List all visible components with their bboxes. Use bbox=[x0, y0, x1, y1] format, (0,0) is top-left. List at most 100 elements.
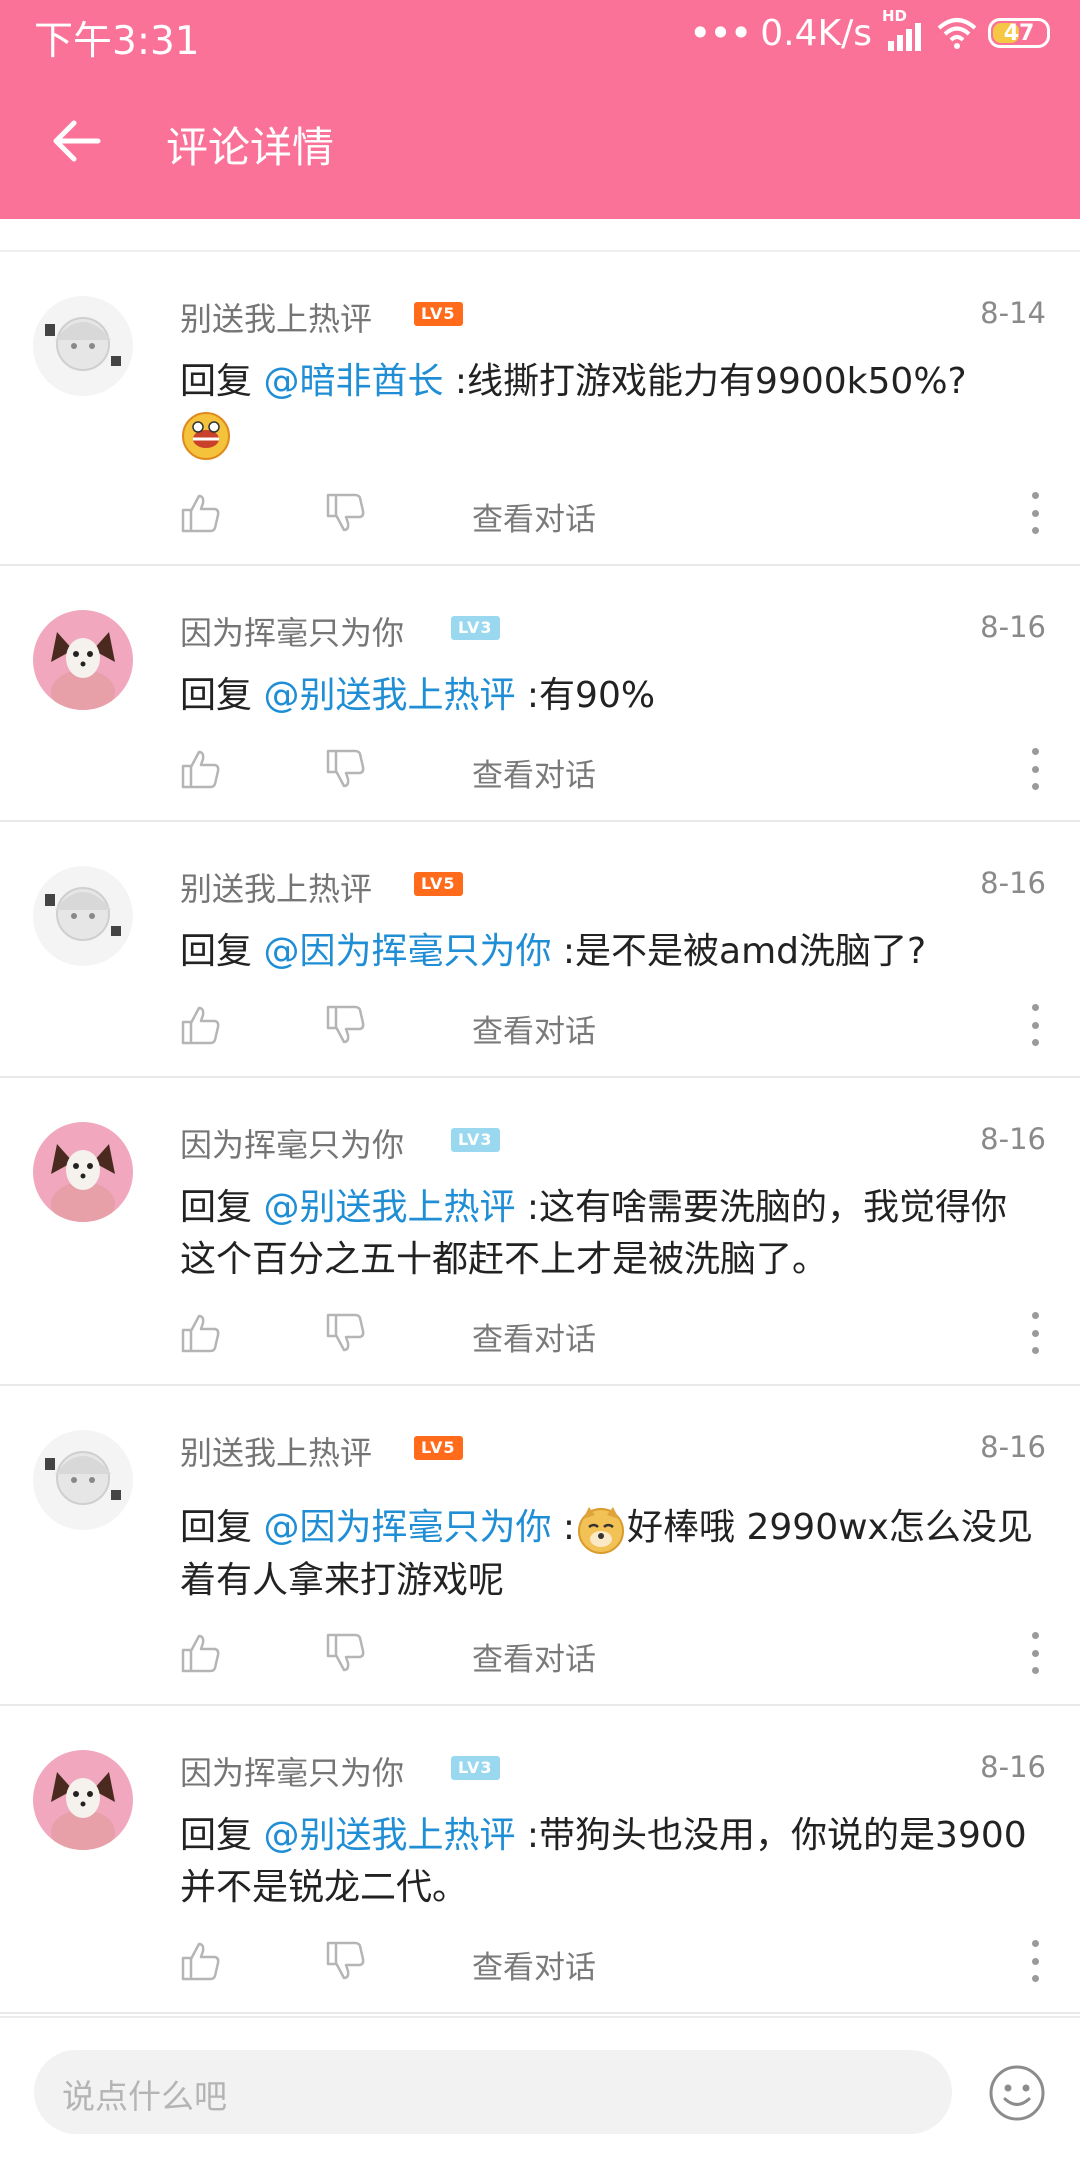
dislike-icon[interactable] bbox=[325, 1632, 367, 1674]
view-conversation-button[interactable]: 查看对话 bbox=[472, 1942, 596, 1987]
surprised-emoji-icon bbox=[182, 412, 230, 460]
comment-text: 回复 @因为挥毫只为你 : 好棒哦 2990wx怎么没见着有人拿来打游戏呢 bbox=[180, 1502, 1040, 1607]
status-bar: 下午3:31 ••• 0.4K/s HD 47 bbox=[0, 0, 1080, 68]
mention-link[interactable]: @别送我上热评 bbox=[263, 1187, 515, 1228]
mention-link[interactable]: @别送我上热评 bbox=[263, 675, 515, 716]
view-conversation-button[interactable]: 查看对话 bbox=[472, 1006, 596, 1051]
reply-prefix: 回复 bbox=[180, 361, 264, 402]
mention-link[interactable]: @别送我上热评 bbox=[263, 1815, 515, 1856]
comment-date: 8-16 bbox=[980, 610, 1046, 644]
level-badge: LV5 bbox=[414, 872, 463, 896]
more-options-icon[interactable] bbox=[1024, 1940, 1046, 1982]
view-conversation-button[interactable]: 查看对话 bbox=[472, 1634, 596, 1679]
view-conversation-button[interactable]: 查看对话 bbox=[472, 1314, 596, 1359]
comment-content: :线撕打游戏能力有9900k50%? bbox=[443, 361, 967, 402]
view-conversation-button[interactable]: 查看对话 bbox=[472, 494, 596, 539]
net-speed: 0.4K/s bbox=[760, 12, 872, 54]
comment-date: 8-16 bbox=[980, 1430, 1046, 1464]
username[interactable]: 别送我上热评 bbox=[180, 1428, 372, 1474]
reply-prefix: 回复 bbox=[180, 931, 264, 972]
back-button[interactable] bbox=[40, 104, 114, 178]
comment-item: 别送我上热评 LV5 8-14 回复 @暗非酋长 :线撕打游戏能力有9900k5… bbox=[0, 252, 1080, 566]
reply-prefix: 回复 bbox=[180, 1507, 264, 1548]
dislike-icon[interactable] bbox=[325, 1940, 367, 1982]
level-badge: LV3 bbox=[451, 616, 500, 640]
dislike-icon[interactable] bbox=[325, 1004, 367, 1046]
username[interactable]: 因为挥毫只为你 bbox=[180, 1120, 404, 1166]
dog-head-emoji-icon bbox=[578, 1507, 625, 1554]
like-icon[interactable] bbox=[180, 1632, 222, 1674]
comment-text: 回复 @别送我上热评 :带狗头也没用，你说的是3900并不是锐龙二代。 bbox=[180, 1810, 1040, 1914]
comment-date: 8-14 bbox=[980, 296, 1046, 330]
dislike-icon[interactable] bbox=[325, 748, 367, 790]
like-icon[interactable] bbox=[180, 492, 222, 534]
comment-item: 因为挥毫只为你 LV3 8-16 回复 @别送我上热评 :带狗头也没用，你说的是… bbox=[0, 1706, 1080, 2014]
comment-item: 因为挥毫只为你 LV3 8-16 回复 @别送我上热评 :有90% 查看对话 bbox=[0, 566, 1080, 822]
reply-prefix: 回复 bbox=[180, 1815, 264, 1856]
status-time: 下午3:31 bbox=[34, 19, 200, 64]
username[interactable]: 因为挥毫只为你 bbox=[180, 608, 404, 654]
battery-icon: 47 bbox=[988, 18, 1050, 48]
reply-prefix: 回复 bbox=[180, 1187, 264, 1228]
comment-list: 别送我上热评 LV5 8-14 回复 @暗非酋长 :线撕打游戏能力有9900k5… bbox=[0, 252, 1080, 2014]
comment-content: :是不是被amd洗脑了? bbox=[551, 931, 927, 972]
status-icons: ••• 0.4K/s HD 47 bbox=[689, 7, 1050, 58]
avatar[interactable] bbox=[33, 1430, 133, 1530]
level-badge: LV3 bbox=[451, 1756, 500, 1780]
comment-actions: 查看对话 bbox=[180, 748, 1046, 798]
input-placeholder: 说点什么吧 bbox=[62, 2077, 227, 2116]
level-badge: LV3 bbox=[451, 1128, 500, 1152]
like-icon[interactable] bbox=[180, 1312, 222, 1354]
comment-actions: 查看对话 bbox=[180, 492, 1046, 542]
comment-text: 回复 @暗非酋长 :线撕打游戏能力有9900k50%? bbox=[180, 356, 1040, 461]
avatar[interactable] bbox=[33, 1750, 133, 1850]
comment-actions: 查看对话 bbox=[180, 1940, 1046, 1990]
comment-actions: 查看对话 bbox=[180, 1632, 1046, 1682]
like-icon[interactable] bbox=[180, 1940, 222, 1982]
username[interactable]: 因为挥毫只为你 bbox=[180, 1748, 404, 1794]
more-options-icon[interactable] bbox=[1024, 1004, 1046, 1046]
nav-bar: 评论详情 bbox=[0, 68, 1080, 219]
more-options-icon[interactable] bbox=[1024, 1632, 1046, 1674]
view-conversation-button[interactable]: 查看对话 bbox=[472, 750, 596, 795]
more-dots-icon: ••• bbox=[689, 11, 752, 55]
dislike-icon[interactable] bbox=[325, 1312, 367, 1354]
mention-link[interactable]: @暗非酋长 bbox=[263, 361, 443, 402]
mention-link[interactable]: @因为挥毫只为你 bbox=[263, 1507, 551, 1548]
comment-date: 8-16 bbox=[980, 1122, 1046, 1156]
battery-level: 47 bbox=[1003, 20, 1035, 46]
comment-input[interactable]: 说点什么吧 bbox=[34, 2050, 952, 2134]
comment-input-bar: 说点什么吧 bbox=[0, 2016, 1080, 2162]
mention-link[interactable]: @因为挥毫只为你 bbox=[263, 931, 551, 972]
avatar[interactable] bbox=[33, 610, 133, 710]
like-icon[interactable] bbox=[180, 1004, 222, 1046]
smiley-icon[interactable] bbox=[988, 2064, 1046, 2122]
avatar[interactable] bbox=[33, 1122, 133, 1222]
header-bar: 下午3:31 ••• 0.4K/s HD 47 评论详情 bbox=[0, 0, 1080, 219]
username[interactable]: 别送我上热评 bbox=[180, 864, 372, 910]
signal-icon: HD bbox=[882, 7, 926, 53]
more-options-icon[interactable] bbox=[1024, 748, 1046, 790]
level-badge: LV5 bbox=[414, 302, 463, 326]
more-options-icon[interactable] bbox=[1024, 492, 1046, 534]
comment-item: 别送我上热评 LV5 8-16 回复 @因为挥毫只为你 : 好棒哦 2990wx怎… bbox=[0, 1386, 1080, 1706]
comment-date: 8-16 bbox=[980, 1750, 1046, 1784]
avatar[interactable] bbox=[33, 866, 133, 966]
comment-actions: 查看对话 bbox=[180, 1004, 1046, 1054]
comment-actions: 查看对话 bbox=[180, 1312, 1046, 1362]
avatar[interactable] bbox=[33, 296, 133, 396]
comment-date: 8-16 bbox=[980, 866, 1046, 900]
username[interactable]: 别送我上热评 bbox=[180, 294, 372, 340]
reply-prefix: 回复 bbox=[180, 675, 264, 716]
page-title: 评论详情 bbox=[166, 123, 335, 172]
wifi-icon bbox=[937, 18, 977, 49]
like-icon[interactable] bbox=[180, 748, 222, 790]
dislike-icon[interactable] bbox=[325, 492, 367, 534]
comment-text: 回复 @别送我上热评 :这有啥需要洗脑的，我觉得你这个百分之五十都赶不上才是被洗… bbox=[180, 1182, 1040, 1286]
comment-content: :有90% bbox=[515, 675, 656, 716]
more-options-icon[interactable] bbox=[1024, 1312, 1046, 1354]
comment-text: 回复 @别送我上热评 :有90% bbox=[180, 670, 1040, 722]
arrow-left-icon bbox=[53, 120, 101, 162]
comment-separator: : bbox=[551, 1507, 576, 1548]
comment-text: 回复 @因为挥毫只为你 :是不是被amd洗脑了? bbox=[180, 926, 1040, 978]
